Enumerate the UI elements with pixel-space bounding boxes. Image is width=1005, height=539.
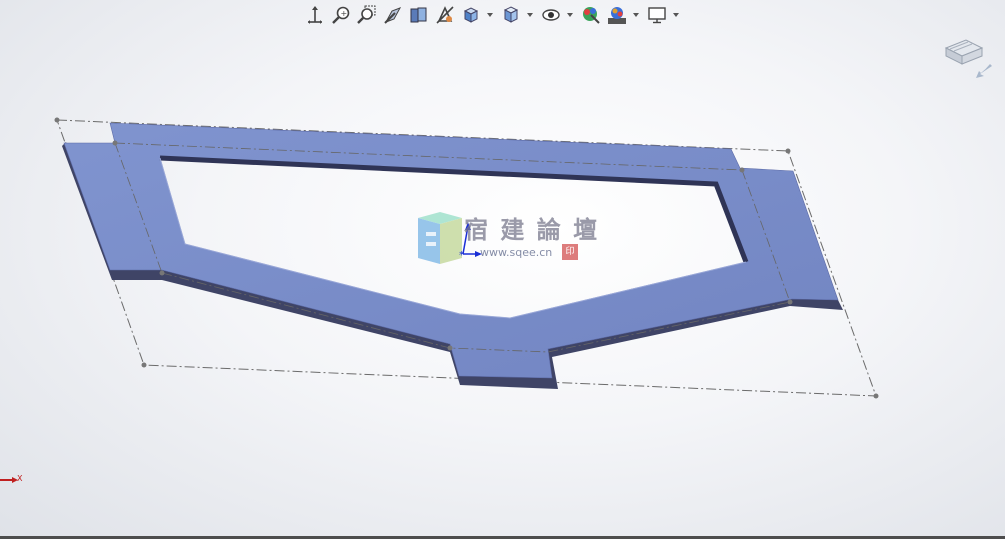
hide-show-items-icon[interactable] — [539, 3, 563, 27]
watermark-text: 宿 建 論 壇 — [464, 215, 600, 244]
watermark-url: www.sqee.cn — [480, 246, 553, 259]
edit-appearance-icon[interactable] — [579, 3, 603, 27]
display-style-icon[interactable] — [499, 3, 523, 27]
svg-text:*: * — [459, 250, 464, 261]
graphics-viewport[interactable]: * + 宿 建 論 壇 www.sqee.cn 印 X — [0, 0, 1005, 539]
model-canvas[interactable]: * — [0, 0, 1005, 539]
svg-text:+: + — [341, 9, 348, 18]
view-orientation-icon[interactable] — [459, 3, 483, 27]
triad-x-label: X — [17, 474, 23, 483]
zoom-to-fit-icon[interactable] — [303, 3, 327, 27]
display-style-dropdown[interactable] — [525, 3, 535, 27]
hide-show-items-dropdown[interactable] — [565, 3, 575, 27]
view-settings-dropdown[interactable] — [671, 3, 681, 27]
zoom-to-area-icon[interactable]: + — [329, 3, 353, 27]
reference-triad-icon — [0, 477, 18, 483]
heads-up-view-toolbar: + — [303, 2, 685, 28]
apply-scene-icon[interactable] — [605, 3, 629, 27]
watermark-logo-icon — [418, 212, 462, 264]
view-settings-monitor-icon[interactable] — [645, 3, 669, 27]
view-orientation-dropdown[interactable] — [485, 3, 495, 27]
view-cube-icon[interactable] — [940, 36, 1000, 86]
previous-view-icon[interactable] — [355, 3, 379, 27]
view-setting-icon[interactable] — [433, 3, 457, 27]
apply-scene-dropdown[interactable] — [631, 3, 641, 27]
section-view-icon[interactable] — [381, 3, 405, 27]
dynamic-annotation-icon[interactable] — [407, 3, 431, 27]
watermark-seal: 印 — [562, 244, 578, 260]
